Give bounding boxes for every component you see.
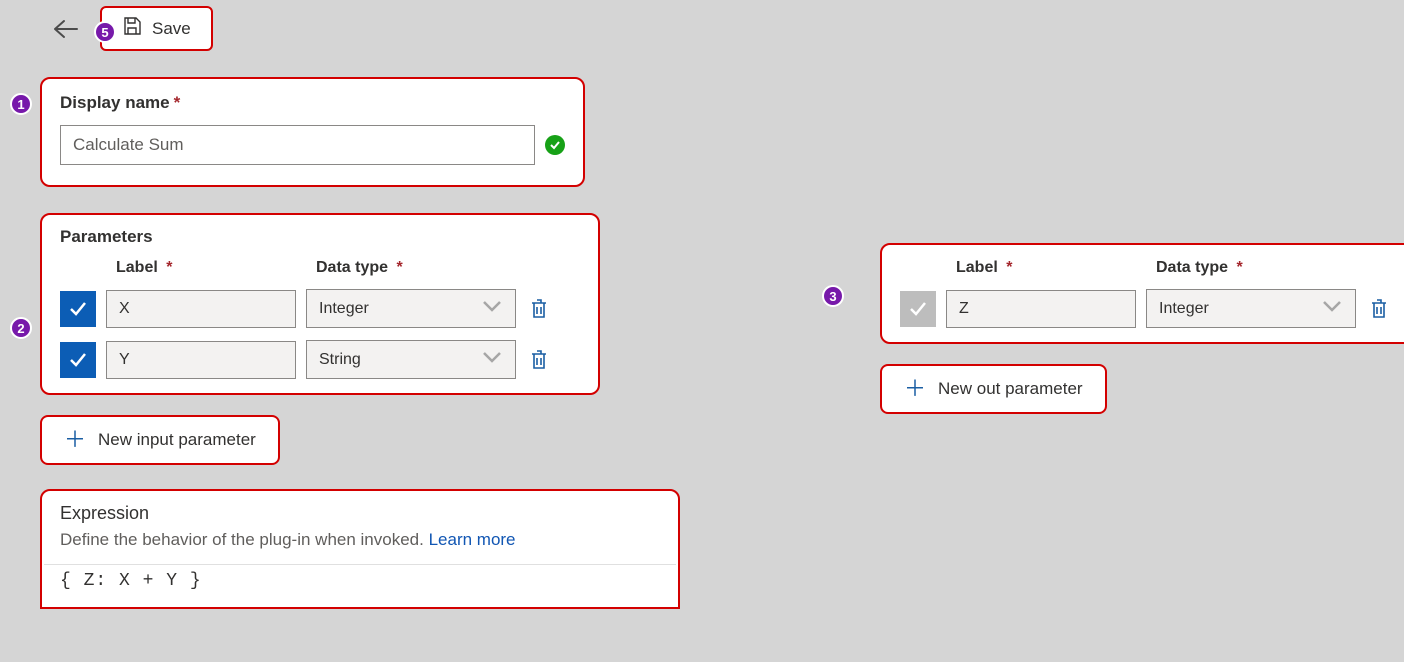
annotation-3: 3 <box>822 285 844 307</box>
param-type-select[interactable]: Integer <box>306 289 516 328</box>
display-name-title: Display name* <box>60 93 565 113</box>
save-icon <box>122 16 142 41</box>
annotation-1: 1 <box>10 93 32 115</box>
new-input-parameter-button[interactable]: ＋ New input parameter <box>40 415 280 465</box>
input-parameters-section: 2 Parameters Label * Data type * Integer <box>40 213 600 395</box>
display-name-section: 1 Display name* <box>40 77 585 187</box>
param-type-header: Data type * <box>316 259 516 277</box>
plus-icon: ＋ <box>64 429 86 451</box>
save-button[interactable]: Save <box>100 6 213 51</box>
expression-subtitle: Define the behavior of the plug-in when … <box>60 530 660 550</box>
success-check-icon <box>545 135 565 155</box>
expression-section: 4 Expression Define the behavior of the … <box>40 489 680 609</box>
parameters-title: Parameters <box>60 227 580 247</box>
delete-param-icon[interactable] <box>526 349 552 371</box>
param-label-header: Label * <box>116 259 306 277</box>
chevron-down-icon <box>481 350 503 369</box>
annotation-5: 5 <box>94 21 116 43</box>
param-checkbox[interactable] <box>60 342 96 378</box>
param-checkbox[interactable] <box>60 291 96 327</box>
param-row: String <box>60 340 580 379</box>
new-out-parameter-button[interactable]: ＋ New out parameter <box>880 364 1107 414</box>
annotation-2: 2 <box>10 317 32 339</box>
param-type-select[interactable]: String <box>306 340 516 379</box>
param-row: Integer <box>60 289 580 328</box>
delete-param-icon[interactable] <box>526 298 552 320</box>
plus-icon: ＋ <box>904 378 926 400</box>
out-param-label-input[interactable] <box>946 290 1136 328</box>
expression-title: Expression <box>60 503 660 524</box>
new-out-label: New out parameter <box>938 379 1083 399</box>
param-label-input[interactable] <box>106 290 296 328</box>
learn-more-link[interactable]: Learn more <box>429 530 516 549</box>
output-parameters-section: 3 Label * Data type * Integer <box>880 243 1404 344</box>
out-param-checkbox[interactable] <box>900 291 936 327</box>
chevron-down-icon <box>1321 299 1343 318</box>
expression-code[interactable]: { Z: X + Y } <box>44 564 676 603</box>
back-arrow-icon[interactable] <box>50 14 80 44</box>
display-name-input[interactable] <box>60 125 535 165</box>
out-param-label-header: Label * <box>956 259 1146 277</box>
out-param-row: Integer <box>900 289 1404 328</box>
delete-out-param-icon[interactable] <box>1366 298 1392 320</box>
out-param-type-header: Data type * <box>1156 259 1356 277</box>
out-param-type-select[interactable]: Integer <box>1146 289 1356 328</box>
save-button-label: Save <box>152 19 191 39</box>
new-input-label: New input parameter <box>98 430 256 450</box>
param-label-input[interactable] <box>106 341 296 379</box>
chevron-down-icon <box>481 299 503 318</box>
